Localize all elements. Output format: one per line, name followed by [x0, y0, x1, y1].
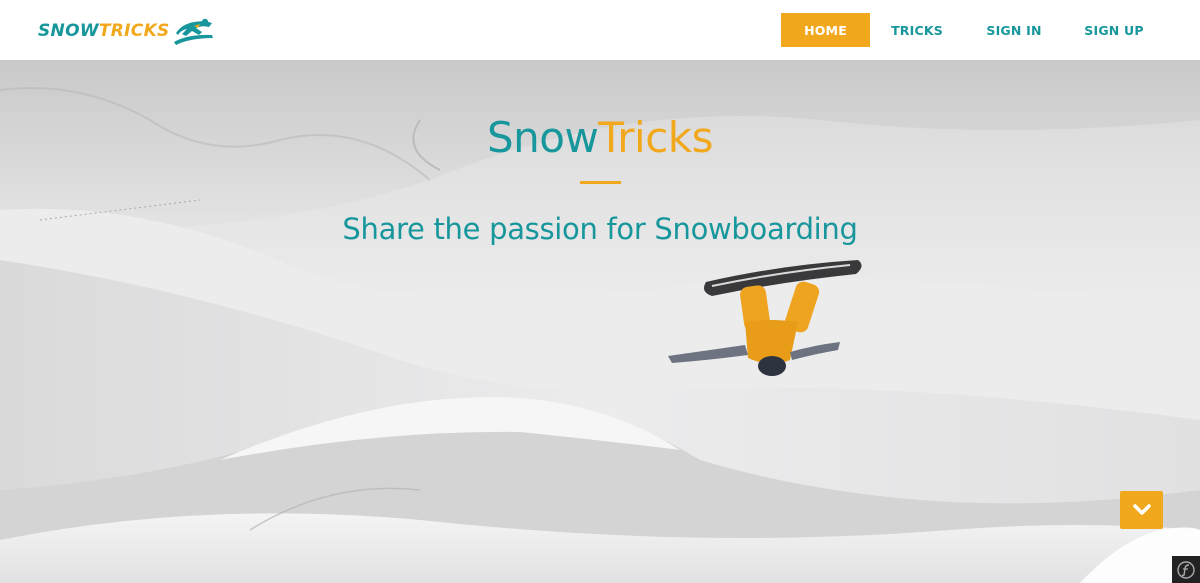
- chevron-down-icon: [1132, 504, 1151, 515]
- nav-sign-up[interactable]: SIGN UP: [1064, 13, 1164, 47]
- site-logo[interactable]: SNOWTRICKS: [38, 16, 216, 46]
- symfony-debug-toolbar-toggle[interactable]: [1172, 556, 1200, 583]
- logo-text-snow: SNOW: [38, 21, 99, 41]
- scroll-down-button[interactable]: [1120, 491, 1163, 529]
- hero-title-snow: Snow: [486, 113, 599, 162]
- hero-subtitle: Share the passion for Snowboarding: [342, 212, 858, 246]
- logo-text-tricks: TRICKS: [98, 21, 170, 41]
- hero-section: SnowTricks Share the passion for Snowboa…: [0, 60, 1200, 583]
- logo-text: SNOWTRICKS: [38, 16, 170, 46]
- nav-home[interactable]: HOME: [781, 13, 870, 47]
- symfony-icon: [1177, 560, 1195, 579]
- nav-tricks[interactable]: TRICKS: [870, 13, 964, 47]
- snowboarder-logo-icon: [173, 18, 213, 45]
- title-divider: [580, 181, 621, 184]
- hero-title-tricks: Tricks: [598, 113, 714, 162]
- main-nav: HOME TRICKS SIGN IN SIGN UP: [781, 13, 1164, 47]
- navbar: SNOWTRICKS HOME TRICKS SIGN IN SIGN UP: [0, 0, 1200, 60]
- nav-sign-in[interactable]: SIGN IN: [964, 13, 1064, 47]
- hero-title: SnowTricks: [0, 112, 1200, 164]
